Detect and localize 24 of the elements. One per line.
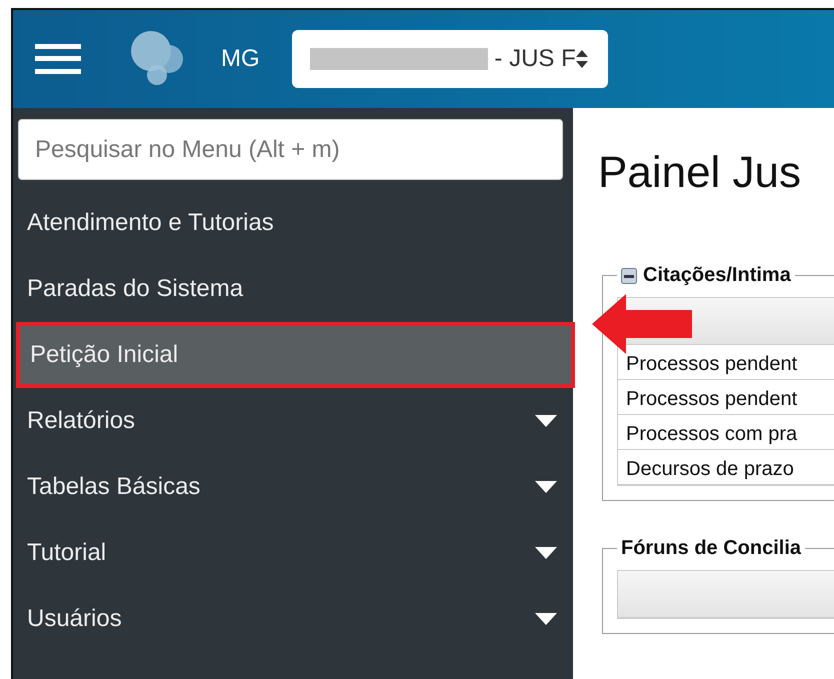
select-value: - JUS F <box>494 45 576 73</box>
table-cell: Processos com pra <box>618 415 834 450</box>
menu-item[interactable]: Atendimento e Tutorias <box>13 190 573 256</box>
organization-label: MG <box>221 45 260 73</box>
menu-item[interactable]: Relatórios <box>13 388 573 454</box>
menu-item[interactable]: Tutorial <box>13 520 573 586</box>
table-cell: Processos pendent <box>618 380 834 415</box>
caret-icon <box>535 415 557 427</box>
collapse-icon[interactable] <box>621 268 637 284</box>
page-title: Painel Jus <box>598 148 802 198</box>
table-cell: Decursos de prazo <box>618 450 834 485</box>
menu-item[interactable]: Paradas do Sistema <box>13 256 573 322</box>
panel-title: Fóruns de Concilia <box>621 537 802 560</box>
menu-item[interactable]: Petição Inicial <box>16 322 575 388</box>
menu-icon[interactable] <box>35 44 81 74</box>
menu-item[interactable]: Tabelas Básicas <box>13 454 573 520</box>
menu-item[interactable]: Usuários <box>13 586 573 652</box>
caret-icon <box>535 613 557 625</box>
system-select[interactable]: - JUS F <box>292 30 608 88</box>
caret-icon <box>535 547 557 559</box>
panel-title: Citações/Intima <box>643 264 791 287</box>
menu-search-field[interactable]: Pesquisar no Menu (Alt + m) <box>18 119 563 180</box>
up-down-caret-icon <box>576 50 588 68</box>
caret-icon <box>535 481 557 493</box>
